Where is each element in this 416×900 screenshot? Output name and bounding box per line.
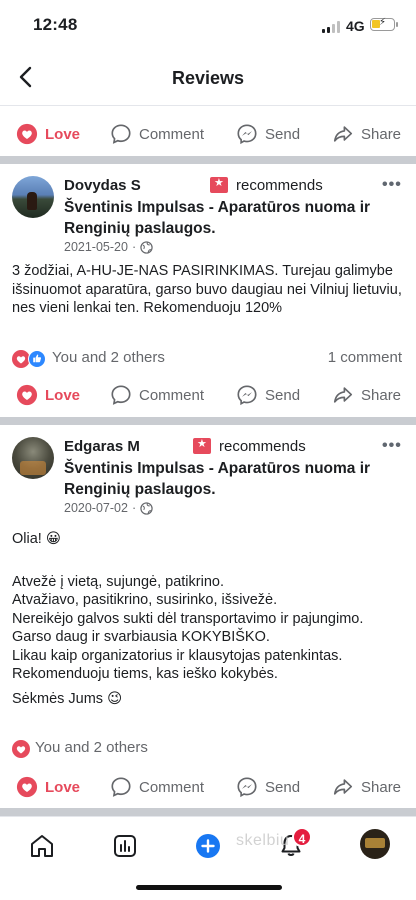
more-options-icon[interactable]: •••: [382, 176, 402, 194]
network-type: 4G: [346, 18, 365, 34]
share-label: Share: [361, 386, 402, 404]
avatar[interactable]: [12, 176, 54, 218]
battery-cap: [396, 22, 398, 27]
author-name[interactable]: Edgaras M: [64, 438, 140, 455]
dashboard-icon[interactable]: [110, 831, 140, 861]
post-body-line: [12, 549, 404, 567]
home-indicator[interactable]: [136, 885, 282, 890]
globe-icon: [140, 240, 153, 254]
avatar[interactable]: [12, 437, 54, 479]
messenger-icon: [237, 124, 257, 145]
post-date: 2020-07-02: [64, 501, 128, 515]
action-bar-top: Love Comment Send Share: [0, 112, 416, 156]
recommendation-icon: [193, 437, 211, 454]
messenger-icon: [237, 385, 257, 406]
reactions-count: You and 2 others: [52, 349, 165, 366]
comment-icon: [111, 385, 131, 405]
post-date: 2021-05-20: [64, 240, 128, 254]
page-title: Reviews: [171, 68, 245, 88]
send-button[interactable]: Send: [236, 775, 300, 799]
comment-button[interactable]: Comment: [110, 383, 204, 407]
status-bar: 12:48 4G ⚡: [0, 0, 416, 50]
post-text: 3 žodžiai, A-HU-JE-NAS PASIRINKIMAS. Tur…: [12, 262, 404, 318]
post-meta: 2021-05-20 ·: [64, 240, 153, 254]
reactions-summary[interactable]: You and 2 others 1 comment: [12, 348, 404, 370]
share-icon: [333, 387, 353, 403]
signal-strength-icon: [322, 21, 342, 33]
page-name[interactable]: Šventinis Impulsas - Aparatūros nuoma ir…: [64, 197, 374, 239]
send-button[interactable]: Send: [236, 383, 300, 407]
send-label: Send: [265, 125, 301, 143]
divider: [0, 808, 416, 816]
reactions-summary[interactable]: You and 2 others: [12, 738, 404, 760]
more-options-icon[interactable]: •••: [382, 437, 402, 455]
home-icon[interactable]: [27, 831, 57, 861]
share-icon: [333, 779, 353, 795]
divider: [0, 417, 416, 425]
comment-icon: [111, 124, 131, 144]
recommends-label: recommends: [219, 438, 306, 455]
send-label: Send: [265, 778, 301, 796]
post-body-line: Atvežė į vietą, sujungė, patikrino. Atva…: [12, 573, 364, 683]
status-time: 12:48: [33, 15, 78, 34]
send-button[interactable]: Send: [236, 122, 300, 146]
comment-label: Comment: [139, 386, 205, 404]
love-reaction-icon: [12, 740, 30, 758]
heart-icon: [16, 123, 38, 145]
share-label: Share: [361, 778, 402, 796]
comments-count[interactable]: 1 comment: [328, 349, 402, 366]
love-button[interactable]: Love: [16, 122, 80, 146]
comment-button[interactable]: Comment: [110, 122, 204, 146]
comment-button[interactable]: Comment: [110, 775, 204, 799]
page-name[interactable]: Šventinis Impulsas - Aparatūros nuoma ir…: [64, 458, 374, 500]
battery-icon: ⚡: [370, 17, 395, 31]
divider: [0, 156, 416, 164]
watermark: skelbiu: [236, 832, 290, 849]
share-button[interactable]: Share: [332, 122, 401, 146]
love-label: Love: [45, 386, 81, 404]
recommendation-icon: [210, 176, 228, 193]
love-button[interactable]: Love: [16, 383, 80, 407]
share-button[interactable]: Share: [332, 383, 401, 407]
review-post: Edgaras M recommends ••• Šventinis Impul…: [0, 425, 416, 765]
profile-icon[interactable]: [360, 829, 390, 859]
comment-label: Comment: [139, 778, 205, 796]
create-icon[interactable]: [193, 831, 223, 861]
recommends-label: recommends: [236, 177, 323, 194]
love-button[interactable]: Love: [16, 775, 80, 799]
post-body-line: Olia! 😀: [12, 531, 61, 547]
heart-icon: [16, 384, 38, 406]
action-bar-post-1: Love Comment Send Share: [0, 373, 416, 417]
globe-icon: [140, 501, 153, 515]
header: Reviews: [0, 50, 416, 106]
reactions-count: You and 2 others: [35, 739, 148, 756]
post-meta: 2020-07-02 ·: [64, 501, 153, 515]
comment-label: Comment: [139, 125, 205, 143]
share-icon: [333, 126, 353, 142]
comment-icon: [111, 777, 131, 797]
action-bar-post-2: Love Comment Send Share: [0, 765, 416, 809]
share-button[interactable]: Share: [332, 775, 401, 799]
author-name[interactable]: Dovydas S: [64, 177, 141, 194]
love-label: Love: [45, 125, 81, 143]
send-label: Send: [265, 386, 301, 404]
messenger-icon: [237, 777, 257, 798]
share-label: Share: [361, 125, 402, 143]
love-label: Love: [45, 778, 81, 796]
post-text: Olia! 😀 Atvežė į vietą, sujungė, patikri…: [12, 530, 404, 708]
post-body-line: Sėkmės Jums 😉: [12, 690, 123, 707]
like-reaction-icon: [28, 350, 46, 368]
notification-badge: 4: [292, 827, 312, 847]
heart-icon: [16, 776, 38, 798]
post-body: 3 žodžiai, A-HU-JE-NAS PASIRINKIMAS. Tur…: [12, 263, 402, 316]
